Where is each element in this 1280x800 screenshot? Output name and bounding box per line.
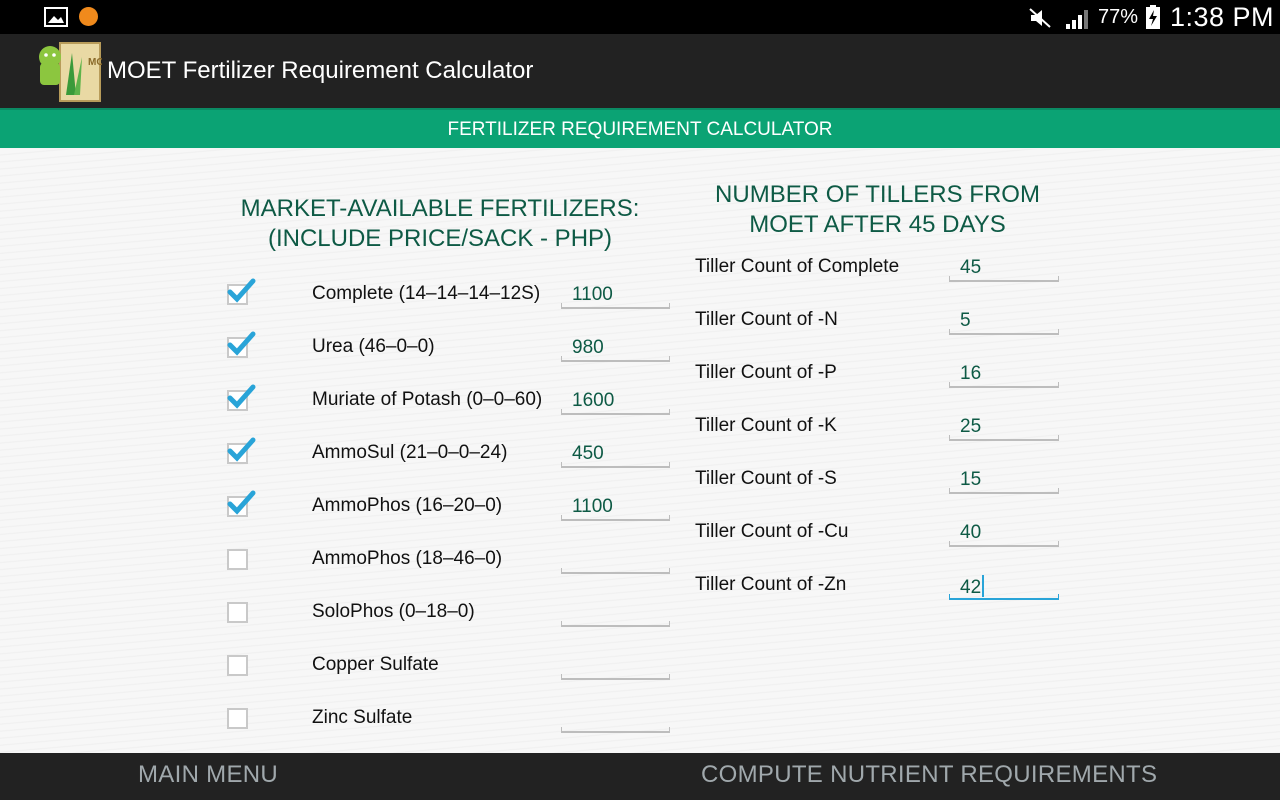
- fertilizer-label: AmmoPhos (18–46–0): [312, 548, 503, 569]
- tiller-row: Tiller Count of -N 5: [690, 305, 1280, 358]
- tiller-label: Tiller Count of -Cu: [695, 521, 849, 542]
- tiller-count-input[interactable]: 40: [949, 517, 1059, 547]
- calculator-form: MARKET-AVAILABLE FERTILIZERS: (INCLUDE P…: [0, 149, 1280, 753]
- tiller-label: Tiller Count of -P: [695, 362, 837, 383]
- check-mark-icon: [227, 437, 256, 462]
- fertilizers-heading: MARKET-AVAILABLE FERTILIZERS: (INCLUDE P…: [200, 194, 680, 254]
- clock: 1:38 PM: [1170, 2, 1275, 32]
- tiller-label: Tiller Count of -N: [695, 309, 838, 330]
- tiller-row: Tiller Count of -P 16: [690, 358, 1280, 411]
- fertilizer-row: AmmoPhos (16–20–0) 1100: [0, 489, 690, 542]
- tiller-row: Tiller Count of Complete 45: [690, 252, 1280, 305]
- price-input[interactable]: 1600: [561, 385, 670, 415]
- fertilizer-label: SoloPhos (0–18–0): [312, 601, 475, 622]
- fertilizer-row: Zinc Sulfate: [0, 701, 690, 754]
- fertilizers-heading-line1: MARKET-AVAILABLE FERTILIZERS:: [240, 195, 640, 222]
- app-logo-icon: MOET: [39, 42, 102, 102]
- price-input[interactable]: 1100: [561, 279, 670, 309]
- price-input[interactable]: 450: [561, 438, 670, 468]
- tillers-heading: NUMBER OF TILLERS FROM MOET AFTER 45 DAY…: [690, 180, 1065, 240]
- mute-icon: [1029, 8, 1051, 28]
- price-input[interactable]: [561, 544, 670, 574]
- tillers-heading-line1: NUMBER OF TILLERS FROM: [715, 181, 1040, 208]
- price-input[interactable]: [561, 597, 670, 627]
- fertilizer-row: AmmoSul (21–0–0–24) 450: [0, 436, 690, 489]
- tiller-count-input[interactable]: 45: [949, 252, 1059, 282]
- tiller-row: Tiller Count of -Zn 42: [690, 570, 1280, 623]
- check-mark-icon: [227, 384, 256, 409]
- fertilizer-checkbox[interactable]: [227, 278, 256, 305]
- price-input[interactable]: [561, 650, 670, 680]
- signal-icon: [1066, 10, 1088, 29]
- main-menu-button[interactable]: MAIN MENU: [138, 761, 278, 789]
- price-input[interactable]: [561, 703, 670, 733]
- fertilizer-checkbox[interactable]: [227, 437, 256, 464]
- tillers-heading-line2: MOET AFTER 45 DAYS: [749, 211, 1006, 238]
- fertilizer-checkbox[interactable]: [227, 490, 256, 517]
- tiller-row: Tiller Count of -Cu 40: [690, 517, 1280, 570]
- fertilizer-checkbox[interactable]: [227, 549, 248, 570]
- status-bar: 77% 1:38 PM: [0, 0, 1280, 34]
- fertilizer-label: Copper Sulfate: [312, 654, 439, 675]
- tiller-count-input[interactable]: 15: [949, 464, 1059, 494]
- fertilizer-label: Urea (46–0–0): [312, 336, 435, 357]
- app-title: MOET Fertilizer Requirement Calculator: [107, 57, 534, 84]
- fertilizer-checkbox[interactable]: [227, 655, 248, 676]
- gallery-icon: [44, 7, 68, 27]
- check-mark-icon: [227, 490, 256, 515]
- fertilizer-row: Muriate of Potash (0–0–60) 1600: [0, 383, 690, 436]
- fertilizer-label: AmmoSul (21–0–0–24): [312, 442, 508, 463]
- compute-nutrient-requirements-button[interactable]: COMPUTE NUTRIENT REQUIREMENTS: [701, 761, 1157, 789]
- bottom-bar: MAIN MENU COMPUTE NUTRIENT REQUIREMENTS: [0, 753, 1280, 800]
- check-mark-icon: [227, 278, 256, 303]
- section-banner: FERTILIZER REQUIREMENT CALCULATOR: [0, 108, 1280, 148]
- tiller-label: Tiller Count of -K: [695, 415, 837, 436]
- action-bar: MOET MOET Fertilizer Requirement Calcula…: [0, 34, 1280, 108]
- fertilizer-label: Zinc Sulfate: [312, 707, 413, 728]
- fertilizer-label: AmmoPhos (16–20–0): [312, 495, 503, 516]
- fertilizer-label: Complete (14–14–14–12S): [312, 283, 541, 304]
- price-input[interactable]: 980: [561, 332, 670, 362]
- fertilizer-checkbox[interactable]: [227, 331, 256, 358]
- battery-charging-icon: [1146, 5, 1160, 29]
- tiller-label: Tiller Count of -S: [695, 468, 837, 489]
- fertilizer-row: Urea (46–0–0) 980: [0, 330, 690, 383]
- fertilizers-heading-line2: (INCLUDE PRICE/SACK - PHP): [267, 225, 613, 252]
- fertilizer-row: Copper Sulfate: [0, 648, 690, 701]
- battery-percent: 77%: [1098, 6, 1139, 28]
- fertilizer-checkbox[interactable]: [227, 602, 248, 623]
- logo-text: MOET: [88, 57, 102, 68]
- tiller-row: Tiller Count of -S 15: [690, 464, 1280, 517]
- tiller-count-input-focused[interactable]: 42: [949, 570, 1059, 600]
- tiller-label: Tiller Count of -Zn: [695, 574, 847, 595]
- fertilizer-label: Muriate of Potash (0–0–60): [312, 389, 543, 410]
- fertilizer-row: SoloPhos (0–18–0): [0, 595, 690, 648]
- fertilizer-checkbox[interactable]: [227, 384, 256, 411]
- tiller-row: Tiller Count of -K 25: [690, 411, 1280, 464]
- notification-icon: [79, 7, 98, 26]
- tiller-label: Tiller Count of Complete: [695, 256, 900, 277]
- tiller-count-input[interactable]: 16: [949, 358, 1059, 388]
- fertilizer-row: Complete (14–14–14–12S) 1100: [0, 277, 690, 330]
- fertilizer-row: AmmoPhos (18–46–0): [0, 542, 690, 595]
- tiller-count-input[interactable]: 5: [949, 305, 1059, 335]
- check-mark-icon: [227, 331, 256, 356]
- fertilizer-checkbox[interactable]: [227, 708, 248, 729]
- tiller-count-input[interactable]: 25: [949, 411, 1059, 441]
- price-input[interactable]: 1100: [561, 491, 670, 521]
